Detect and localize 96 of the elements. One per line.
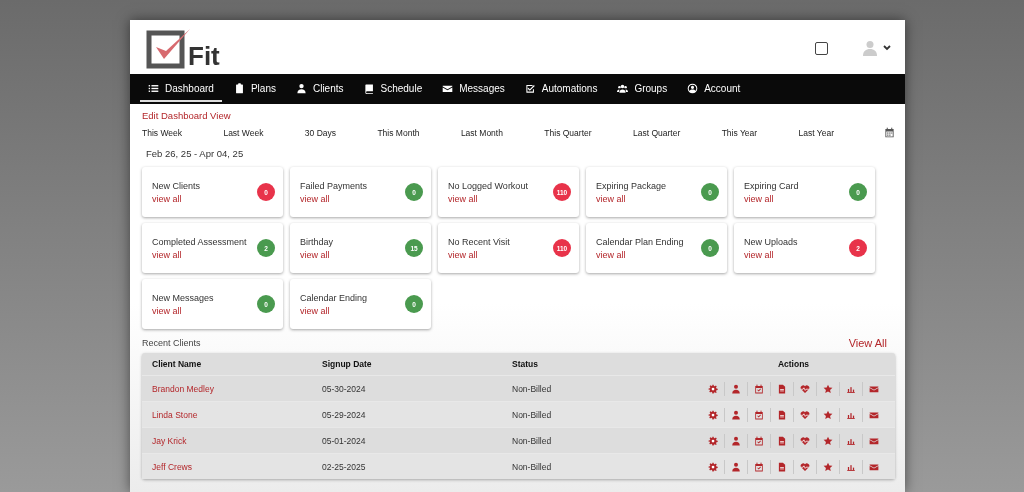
client-name-link[interactable]: Linda Stone xyxy=(152,409,322,420)
card-title: Calendar Ending xyxy=(300,292,368,303)
calendar-check-icon xyxy=(754,461,764,472)
document-icon xyxy=(777,409,787,420)
settings-icon xyxy=(708,461,718,472)
signup-date: 05-29-2024 xyxy=(322,409,367,420)
nav-tab[interactable]: Account xyxy=(679,76,749,102)
section-title: Recent Clients xyxy=(142,338,201,348)
signup-date: 05-01-2024 xyxy=(322,435,367,446)
period-link[interactable]: This Week xyxy=(142,127,182,138)
signup-date: 02-25-2025 xyxy=(322,461,367,472)
nav-tab[interactable]: Groups xyxy=(609,76,676,102)
list-icon xyxy=(148,83,159,94)
column-header: Status xyxy=(512,359,539,369)
status-text: Non-Billed xyxy=(512,383,553,394)
period-link[interactable]: This Month xyxy=(377,127,420,138)
view-all-link[interactable]: view all xyxy=(596,249,684,260)
edit-dashboard-link[interactable]: Edit Dashboard View xyxy=(142,110,231,121)
calendar-check-icon xyxy=(754,409,764,420)
card-title: Birthday xyxy=(300,236,334,247)
period-link[interactable]: This Quarter xyxy=(544,127,592,138)
document-icon xyxy=(777,461,787,472)
view-all-link[interactable]: view all xyxy=(448,193,528,204)
book-icon xyxy=(363,83,375,94)
checkbox-icon[interactable] xyxy=(815,41,828,55)
column-header: Actions xyxy=(776,359,811,369)
card-title: New Messages xyxy=(152,292,214,303)
logo-text: Fit xyxy=(188,43,220,69)
user-icon xyxy=(295,83,307,94)
calendar-check-icon xyxy=(754,435,764,446)
view-all-link[interactable]: view all xyxy=(300,249,334,260)
star-icon xyxy=(823,383,833,394)
signup-date: 05-30-2024 xyxy=(322,383,367,394)
status-text: Non-Billed xyxy=(512,409,553,420)
client-name-link[interactable]: Brandon Medley xyxy=(152,383,322,394)
nav-tab[interactable]: Plans xyxy=(225,76,284,102)
card-title: Expiring Card xyxy=(744,180,799,191)
view-all-link[interactable]: view all xyxy=(448,249,510,260)
heart-pulse-icon xyxy=(800,409,810,420)
user-icon xyxy=(731,409,741,420)
view-all-link[interactable]: view all xyxy=(744,249,798,260)
view-all-link[interactable]: View All xyxy=(848,337,887,349)
nav-tab[interactable]: Dashboard xyxy=(140,76,222,102)
star-icon xyxy=(823,409,833,420)
view-all-link[interactable]: view all xyxy=(152,249,247,260)
nav-tab[interactable]: Messages xyxy=(434,76,513,102)
period-link[interactable]: Last Quarter xyxy=(633,127,681,138)
settings-icon xyxy=(708,435,718,446)
heart-pulse-icon xyxy=(800,435,810,446)
date-range: Feb 26, 25 - Apr 04, 25 xyxy=(146,148,245,159)
column-header: Signup Date xyxy=(322,359,373,369)
client-name-link[interactable]: Jeff Crews xyxy=(152,461,322,472)
user-icon xyxy=(731,461,741,472)
star-icon xyxy=(823,461,833,472)
card-title: Calendar Plan Ending xyxy=(596,236,684,247)
calendar-icon[interactable] xyxy=(884,127,895,138)
client-name-link[interactable]: Jay Krick xyxy=(152,435,322,446)
document-icon xyxy=(777,383,787,394)
period-link[interactable]: Last Week xyxy=(223,127,264,138)
card-title: New Uploads xyxy=(744,236,798,247)
status-text: Non-Billed xyxy=(512,461,553,472)
chevron-down-icon[interactable] xyxy=(883,45,891,51)
column-header: Client Name xyxy=(152,359,203,369)
heart-pulse-icon xyxy=(800,461,810,472)
card-title: Completed Assessment xyxy=(152,236,247,247)
star-icon xyxy=(823,435,833,446)
view-all-link[interactable]: view all xyxy=(596,193,667,204)
settings-icon xyxy=(708,383,718,394)
settings-icon xyxy=(708,409,718,420)
view-all-link[interactable]: view all xyxy=(152,193,200,204)
card-title: New Clients xyxy=(152,180,200,191)
card-title: No Logged Workout xyxy=(448,180,528,191)
period-link[interactable]: Last Year xyxy=(798,127,834,138)
view-all-link[interactable]: view all xyxy=(300,305,368,316)
period-link[interactable]: 30 Days xyxy=(304,127,336,138)
card-title: Expiring Package xyxy=(596,180,667,191)
view-all-link[interactable]: view all xyxy=(744,193,799,204)
document-icon xyxy=(777,435,787,446)
calendar-check-icon xyxy=(754,383,764,394)
users-icon xyxy=(617,83,629,94)
user-icon xyxy=(731,435,741,446)
view-all-link[interactable]: view all xyxy=(300,193,368,204)
heart-pulse-icon xyxy=(800,383,810,394)
status-text: Non-Billed xyxy=(512,435,553,446)
period-link[interactable]: Last Month xyxy=(460,127,503,138)
nav-tab[interactable]: Automations xyxy=(516,76,606,102)
view-all-link[interactable]: view all xyxy=(152,305,214,316)
envelope-icon xyxy=(442,83,454,94)
period-link[interactable]: This Year xyxy=(721,127,758,138)
checkbox-icon xyxy=(524,83,536,94)
user-icon xyxy=(731,383,741,394)
nav-tab[interactable]: Schedule xyxy=(355,76,431,102)
clipboard-icon xyxy=(233,83,245,94)
card-title: Failed Payments xyxy=(300,180,368,191)
nav-tab[interactable]: Clients xyxy=(287,76,352,102)
card-title: No Recent Visit xyxy=(448,236,510,247)
